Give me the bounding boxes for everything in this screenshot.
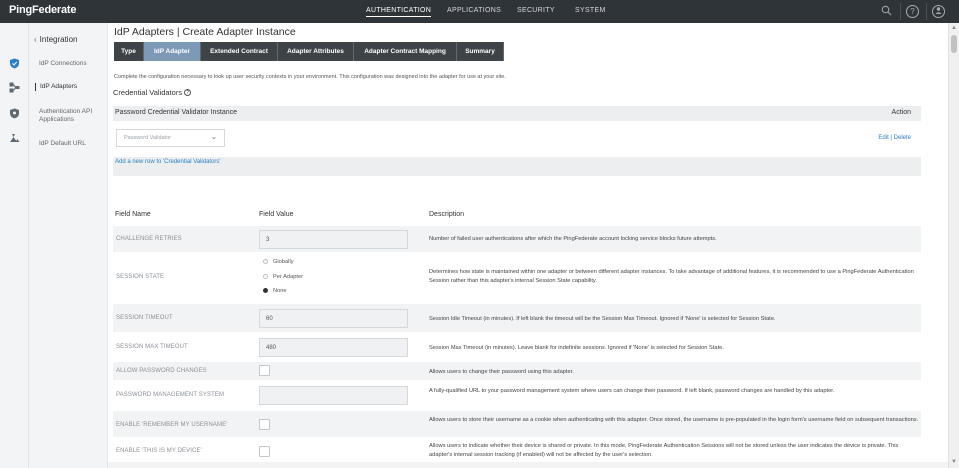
scroll-thumb[interactable] — [951, 35, 957, 53]
field-description: A fully-qualified URL to your password m… — [429, 388, 835, 394]
table-row: SESSION TIMEOUT 60 Session Idle Timeout … — [113, 304, 921, 332]
field-description: Session Idle Timeout (in minutes). If le… — [429, 316, 776, 322]
table-row: ENABLE 'THIS IS MY DEVICE' Allows users … — [113, 437, 921, 463]
field-value-header: Field Value — [259, 211, 294, 218]
tab-adapter-contract-mapping[interactable]: Adapter Contract Mapping — [354, 42, 457, 61]
table-row: ALLOW PASSWORD CHANGES Allows users to c… — [113, 362, 921, 380]
field-name: SESSION STATE — [116, 274, 165, 280]
validator-select[interactable]: Password Validator ⌄ — [116, 129, 225, 147]
user-icon[interactable] — [932, 5, 945, 18]
edit-delete-links[interactable]: Edit | Delete — [878, 135, 911, 141]
icon-rail — [0, 23, 29, 468]
field-name: SESSION MAX TIMEOUT — [116, 344, 188, 350]
session-max-timeout-input[interactable]: 480 — [259, 338, 408, 357]
credential-row: Password Validator ⌄ Edit | Delete — [113, 121, 921, 157]
shield-icon[interactable] — [9, 58, 20, 69]
page-title: IdP Adapters | Create Adapter Instance — [114, 26, 296, 38]
table-row: SESSION STATE Globally Per Adapter None … — [113, 252, 921, 304]
main-content: IdP Adapters | Create Adapter Instance T… — [108, 23, 948, 468]
divider — [900, 3, 901, 20]
radio-per-adapter[interactable]: Per Adapter — [263, 274, 303, 280]
scroll-down-icon[interactable]: ▼ — [951, 459, 957, 465]
sidebar-item-idp-default-url[interactable]: IdP Default URL — [39, 140, 105, 148]
field-name: ALLOW PASSWORD CHANGES — [116, 368, 207, 374]
help-icon[interactable]: ? — [906, 5, 919, 18]
chevron-down-icon: ⌄ — [211, 134, 217, 141]
search-icon[interactable] — [880, 5, 893, 18]
nav-authentication[interactable]: AUTHENTICATION — [366, 7, 432, 17]
section-title: Credential Validators? — [113, 88, 192, 97]
remember-username-checkbox[interactable] — [259, 419, 270, 430]
vertical-scrollbar[interactable]: ▲ ▼ — [948, 23, 959, 468]
add-row-bar: Add a new row to 'Credential Validators' — [113, 157, 921, 176]
sidebar-item-idp-connections[interactable]: IdP Connections — [39, 60, 105, 68]
nav-applications[interactable]: APPLICATIONS — [447, 7, 501, 14]
allow-password-changes-checkbox[interactable] — [259, 365, 270, 376]
password-management-url-input[interactable] — [259, 386, 408, 405]
intro-text: Complete the configuration necessary to … — [114, 74, 506, 80]
back-label: Integration — [39, 35, 78, 44]
radio-globally[interactable]: Globally — [263, 259, 294, 265]
radio-label: Per Adapter — [273, 274, 304, 280]
horizontal-scrollbar[interactable] — [108, 462, 948, 468]
applications-icon[interactable] — [9, 82, 20, 93]
back-integration[interactable]: ‹ Integration — [34, 35, 77, 44]
credential-table-header: Password Credential Validator Instance A… — [113, 106, 921, 121]
top-bar: PingFederate AUTHENTICATION APPLICATIONS… — [0, 0, 959, 23]
column-instance: Password Credential Validator Instance — [115, 109, 238, 116]
description-header: Description — [429, 211, 465, 218]
side-nav: ‹ Integration IdP Connections IdP Adapter… — [29, 23, 108, 468]
field-name: SESSION TIMEOUT — [116, 315, 173, 321]
radio-none[interactable]: None — [263, 288, 287, 294]
help-icon[interactable]: ? — [184, 89, 192, 96]
tab-summary[interactable]: Summary — [457, 42, 504, 61]
tab-extended-contract[interactable]: Extended Contract — [201, 42, 278, 61]
field-description: Session Max Timeout (in minutes). Leave … — [429, 345, 724, 351]
field-description: Allows users to change their password us… — [429, 369, 574, 375]
tab-adapter-attributes[interactable]: Adapter Attributes — [278, 42, 354, 61]
radio-circle — [263, 288, 268, 293]
challenge-retries-input[interactable]: 3 — [259, 230, 408, 249]
radio-label: None — [273, 288, 287, 294]
field-name: ENABLE 'REMEMBER MY USERNAME' — [116, 422, 228, 428]
sidebar-item-auth-api-apps[interactable]: Authentication API Applications — [39, 108, 105, 124]
table-row: ENABLE 'REMEMBER MY USERNAME' Allows use… — [113, 411, 921, 437]
divider — [926, 3, 927, 20]
system-icon[interactable] — [9, 133, 20, 144]
radio-circle — [263, 274, 268, 279]
session-timeout-input[interactable]: 60 — [259, 309, 408, 328]
this-is-my-device-checkbox[interactable] — [259, 446, 270, 457]
field-description: Allows users to indicate whether their d… — [429, 443, 899, 458]
add-row-link[interactable]: Add a new row to 'Credential Validators' — [115, 159, 221, 165]
field-name-header: Field Name — [115, 211, 151, 218]
input-value: 60 — [266, 316, 273, 322]
section-title-text: Credential Validators — [113, 88, 183, 97]
radio-circle — [263, 259, 268, 264]
security-icon[interactable] — [9, 108, 20, 119]
input-value: 480 — [266, 345, 277, 351]
select-placeholder: Password Validator — [124, 135, 171, 141]
nav-system[interactable]: SYSTEM — [575, 7, 606, 14]
tab-type[interactable]: Type — [114, 42, 144, 61]
app-logo: PingFederate — [9, 4, 77, 16]
wizard-tabs: Type IdP Adapter Extended Contract Adapt… — [114, 42, 504, 61]
field-name: CHALLENGE RETRIES — [116, 236, 182, 242]
table-row: SESSION MAX TIMEOUT 480 Session Max Time… — [113, 332, 921, 362]
radio-label: Globally — [273, 259, 294, 265]
field-description: Determines how state is maintained withi… — [429, 269, 914, 284]
table-row: PASSWORD MANAGEMENT SYSTEM A fully-quali… — [113, 380, 921, 411]
tab-idp-adapter[interactable]: IdP Adapter — [144, 42, 201, 61]
table-row: CHALLENGE RETRIES 3 Number of failed use… — [113, 226, 921, 252]
sidebar-item-idp-adapters[interactable]: IdP Adapters — [35, 83, 101, 91]
field-description: Allows users to store their username as … — [429, 417, 919, 423]
input-value: 3 — [266, 237, 270, 243]
chevron-left-icon: ‹ — [34, 35, 37, 44]
scroll-up-icon[interactable]: ▲ — [951, 25, 957, 31]
field-description: Number of failed user authentications af… — [429, 236, 717, 242]
column-action: Action — [891, 109, 911, 116]
nav-security[interactable]: SECURITY — [517, 7, 555, 14]
field-name: ENABLE 'THIS IS MY DEVICE' — [116, 448, 202, 454]
field-name: PASSWORD MANAGEMENT SYSTEM — [116, 392, 225, 398]
